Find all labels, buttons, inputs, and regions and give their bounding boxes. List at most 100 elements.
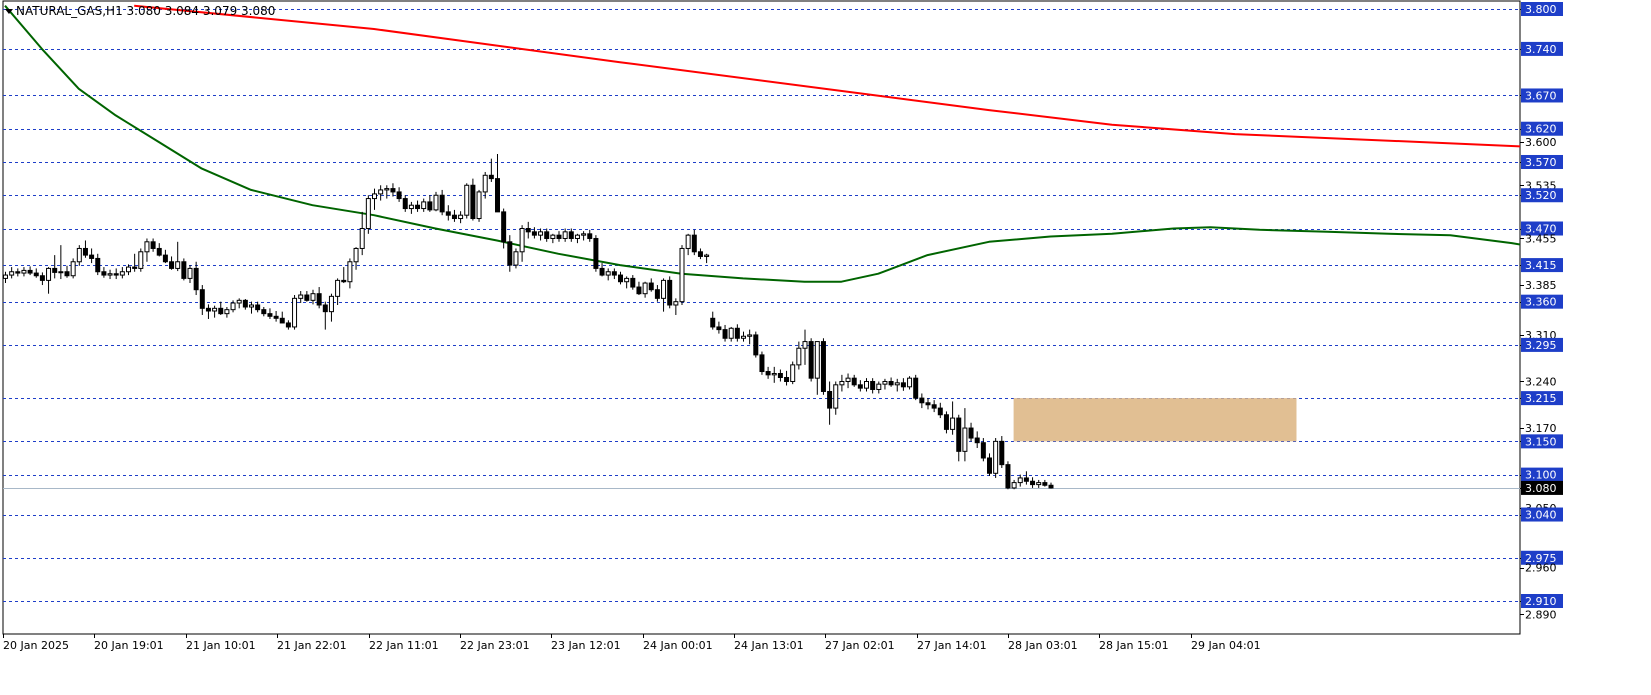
- candle: [519, 225, 525, 262]
- candle-body-down: [162, 254, 168, 263]
- candle: [199, 285, 205, 315]
- candle: [1030, 477, 1036, 488]
- candle-body-up: [378, 189, 384, 195]
- candle-body-up: [876, 383, 882, 390]
- candle-body-up: [950, 417, 956, 430]
- candle: [950, 401, 956, 435]
- x-tick-label: 24 Jan 13:01: [734, 639, 804, 652]
- candle-body-up: [408, 204, 414, 210]
- candle: [1036, 479, 1042, 488]
- candle: [784, 370, 790, 386]
- candle-body-up: [187, 267, 193, 279]
- candle-body-up: [372, 193, 377, 200]
- y-tick-label: 3.150: [1525, 435, 1557, 448]
- candle: [21, 267, 27, 277]
- candle-body-down: [1030, 480, 1036, 486]
- candle: [224, 306, 230, 318]
- candle: [132, 253, 138, 272]
- candle: [378, 185, 384, 201]
- y-tick-label: 3.360: [1525, 296, 1557, 309]
- y-tick-label: 3.570: [1525, 156, 1557, 169]
- candle-body-up: [839, 380, 845, 386]
- candle-body-up: [3, 274, 8, 279]
- candle-body-down: [1048, 484, 1054, 489]
- candle-body-up: [310, 293, 316, 301]
- candle: [470, 178, 476, 221]
- candle: [857, 380, 863, 392]
- y-tick-label: 3.080: [1525, 482, 1557, 495]
- candle: [777, 369, 783, 382]
- candle: [39, 272, 45, 286]
- candle-body-up: [236, 299, 242, 304]
- chart-canvas[interactable]: 3.8003.7403.6703.6203.6003.5703.5353.520…: [0, 0, 1651, 691]
- candle: [507, 235, 513, 272]
- candle-body-up: [814, 341, 820, 379]
- candle: [249, 301, 254, 314]
- candle-body-down: [52, 267, 58, 273]
- price-chart[interactable]: 3.800 3.740 3.670 3.620 3.600 3.570 3.535 3.520…: [0, 0, 1651, 691]
- candle: [95, 253, 101, 276]
- candle-body-down: [870, 380, 876, 390]
- candle: [697, 248, 703, 260]
- candle-body-down: [691, 234, 697, 253]
- candle: [882, 378, 888, 390]
- candle-body-down: [525, 228, 531, 233]
- candle-body-up: [46, 267, 52, 281]
- candle-body-down: [316, 293, 322, 306]
- candle: [685, 233, 691, 256]
- candle: [802, 329, 808, 365]
- candle-body-down: [568, 231, 574, 239]
- candle-body-down: [777, 373, 783, 379]
- candle-body-down: [1005, 464, 1011, 489]
- candle: [408, 201, 414, 214]
- candle-body-down: [556, 234, 562, 239]
- candle-body-up: [328, 295, 334, 313]
- candle-body-down: [888, 380, 894, 386]
- candle-body-down: [255, 304, 261, 311]
- candle: [181, 258, 187, 281]
- candle: [261, 306, 267, 317]
- candle: [839, 374, 845, 392]
- candle: [544, 228, 550, 242]
- candle: [753, 331, 759, 358]
- candle-body-up: [224, 309, 230, 315]
- candlesticks: [3, 154, 1054, 490]
- candle-body-up: [126, 266, 131, 273]
- candle-body-up: [771, 373, 777, 376]
- candle: [968, 422, 974, 442]
- candle-body-down: [495, 178, 500, 213]
- candle: [513, 248, 519, 269]
- candle: [525, 221, 531, 239]
- candle: [304, 291, 310, 302]
- candle-body-up: [790, 364, 796, 382]
- candle: [353, 247, 359, 270]
- candle-body-down: [95, 257, 101, 273]
- x-tick-label: 22 Jan 11:01: [369, 639, 439, 652]
- candle-body-down: [445, 211, 451, 216]
- candle-body-up: [458, 214, 464, 220]
- candle-body-down: [402, 198, 408, 210]
- candle: [531, 227, 537, 239]
- candle-body-up: [384, 188, 390, 191]
- candle-body-down: [285, 322, 291, 328]
- candle: [138, 248, 144, 272]
- candle: [1005, 461, 1011, 490]
- candle-body-up: [298, 294, 304, 299]
- candle-body-up: [574, 234, 580, 239]
- candle: [747, 329, 753, 345]
- candle: [556, 231, 562, 242]
- fast-moving-average-line: [4, 5, 1520, 283]
- candle-body-up: [513, 251, 519, 266]
- candle: [734, 324, 740, 342]
- candle-body-down: [64, 271, 70, 277]
- candle-body-down: [261, 309, 267, 315]
- candle: [144, 238, 150, 262]
- candle: [716, 321, 722, 334]
- candle: [538, 228, 544, 241]
- candle-body-up: [642, 282, 648, 295]
- candle-body-down: [593, 237, 599, 269]
- candle: [851, 374, 857, 387]
- x-tick-label: 21 Jan 22:01: [277, 639, 347, 652]
- candle: [218, 301, 224, 315]
- y-tick-label: 2.910: [1525, 595, 1557, 608]
